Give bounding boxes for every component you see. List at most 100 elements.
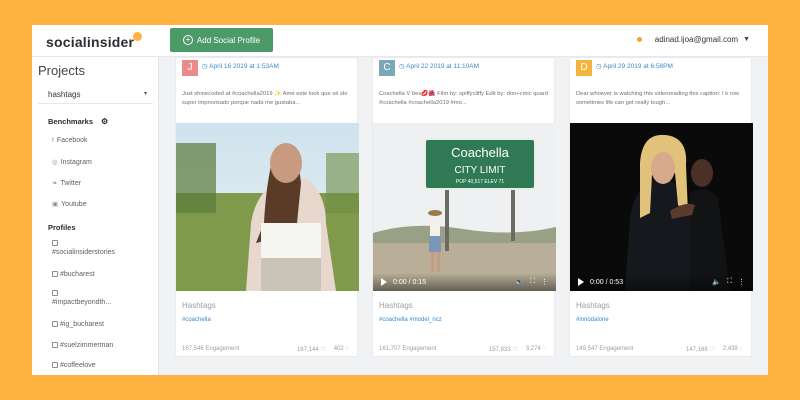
likes-stat: 167,144 ♡ — [297, 346, 326, 353]
more-options-icon[interactable]: ⋮ — [738, 278, 745, 286]
post-stats: 147,168 ♡ 2,439 ◌ — [686, 346, 743, 353]
post-tags[interactable]: #coachella — [182, 317, 211, 323]
likes-count: 147,168 — [685, 347, 708, 353]
logo[interactable]: socialinsider — [46, 32, 143, 50]
likes-count: 157,833 — [488, 347, 511, 353]
profiles-heading: Profiles — [48, 223, 76, 232]
post-caption: Just shinecoded at #coachella2019 ✨ Amé … — [182, 91, 348, 106]
comments-stat: 402 ◌ — [334, 346, 349, 353]
heart-icon: ♡ — [709, 347, 715, 353]
play-icon[interactable] — [381, 278, 387, 286]
instagram-icon — [52, 240, 58, 246]
comment-icon: ◌ — [345, 346, 349, 352]
app-window: socialinsider + Add Social Profile adina… — [32, 25, 768, 375]
post-card[interactable]: J ◷ April 16 2019 at 1:53AM Just shineco… — [175, 57, 359, 357]
post-stats: 157,833 ♡ 3,274 ◌ — [489, 346, 546, 353]
benchmarks-heading: Benchmarks ⚙ — [48, 117, 108, 126]
video-controls: 0:00 / 0:53 🔈 ⛶ ⋮ — [570, 273, 753, 291]
benchmarks-label: Benchmarks — [48, 117, 94, 126]
sidebar-profile-item[interactable]: #socialinsiderstories — [52, 239, 148, 257]
volume-icon[interactable]: 🔈 — [515, 278, 524, 286]
post-tags[interactable]: #coachella #model_ncz — [379, 317, 442, 323]
comments-count: 402 — [333, 346, 344, 352]
add-social-profile-button[interactable]: + Add Social Profile — [170, 28, 273, 52]
project-select[interactable]: hashtags ▾ — [38, 84, 153, 104]
sidebar-item-label: Twitter — [60, 179, 82, 187]
sidebar-profile-item[interactable]: #coffeelove — [52, 361, 148, 370]
portrait-video — [570, 123, 753, 291]
more-options-icon[interactable]: ⋮ — [541, 278, 548, 286]
post-stats: 167,144 ♡ 402 ◌ — [297, 346, 349, 353]
sign-text: CITY LIMIT — [455, 165, 506, 176]
sidebar-profile-item[interactable]: #ig_bucharest — [52, 320, 148, 329]
comments-count: 3,274 — [525, 346, 541, 352]
add-social-profile-label: Add Social Profile — [196, 35, 261, 45]
post-caption: Coachella V bes💋🌺 Film by: spiffycliffy … — [379, 91, 549, 106]
logo-text: socialinsider — [46, 34, 135, 50]
chevron-down-icon: ▼ — [743, 36, 750, 43]
project-select-value: hashtags — [48, 90, 81, 99]
post-date[interactable]: ◷ April 29 2019 at 6:58PM — [596, 62, 673, 70]
profile-label: #impactbeyondth... — [52, 299, 112, 306]
post-card[interactable]: D ◷ April 29 2019 at 6:58PM Dear whoever… — [569, 57, 753, 357]
posts-grid: J ◷ April 16 2019 at 1:53AM Just shineco… — [159, 57, 768, 375]
festival-photo — [176, 123, 359, 291]
likes-stat: 147,168 ♡ — [686, 346, 715, 353]
play-icon[interactable] — [578, 278, 584, 286]
comment-icon: ◌ — [542, 346, 546, 352]
avatar: D — [576, 60, 592, 76]
profile-label: #bucharest — [60, 271, 95, 278]
gear-icon[interactable]: ⚙ — [101, 117, 108, 126]
video-time: 0:00 / 0:53 — [590, 278, 624, 286]
projects-title: Projects — [38, 63, 85, 78]
post-date-text: April 16 2019 at 1:53AM — [209, 63, 279, 70]
hashtags-label: Hashtags — [379, 301, 413, 310]
plus-icon: + — [182, 35, 193, 45]
instagram-icon — [52, 321, 58, 327]
profile-label: #ig_bucharest — [60, 321, 104, 328]
youtube-icon: ▣ — [52, 201, 59, 208]
post-image[interactable] — [176, 123, 359, 291]
post-video[interactable]: 0:00 / 0:53 🔈 ⛶ ⋮ — [570, 123, 753, 291]
comments-stat: 2,439 ◌ — [723, 346, 743, 353]
sidebar-item-twitter[interactable]: ❧ Twitter — [52, 179, 82, 188]
likes-count: 167,144 — [296, 347, 319, 353]
chevron-down-icon: ▾ — [143, 91, 147, 97]
heart-icon: ♡ — [512, 347, 518, 353]
engagement-count: 167,546 Engagement — [182, 346, 240, 352]
comment-icon: ◌ — [739, 346, 743, 352]
post-date[interactable]: ◷ April 16 2019 at 1:53AM — [202, 62, 279, 70]
sidebar-profile-item[interactable]: #impactbeyondth... — [52, 289, 148, 307]
sidebar-item-facebook[interactable]: f Facebook — [52, 137, 88, 144]
post-date[interactable]: ◷ April 22 2019 at 11:10AM — [399, 62, 479, 70]
top-bar: socialinsider + Add Social Profile adina… — [32, 25, 768, 57]
video-time: 0:00 / 0:15 — [393, 278, 427, 286]
instagram-icon: ◎ — [52, 159, 58, 166]
engagement-count: 149,547 Engagement — [576, 346, 634, 352]
comments-count: 2,439 — [722, 346, 738, 352]
post-video[interactable]: Coachella CITY LIMIT POP 40,517 ELEV 71 … — [373, 123, 556, 291]
post-date-text: April 22 2019 at 11:10AM — [406, 63, 479, 70]
sidebar-item-instagram[interactable]: ◎ Instagram — [52, 158, 92, 167]
video-controls: 0:00 / 0:15 🔈 ⛶ ⋮ — [373, 273, 556, 291]
hashtags-label: Hashtags — [182, 301, 216, 310]
sidebar-profile-item[interactable]: #suelzimmerman — [52, 341, 148, 350]
instagram-icon — [52, 271, 58, 277]
sidebar-profile-item[interactable]: #bucharest — [52, 270, 148, 279]
fullscreen-icon[interactable]: ⛶ — [727, 278, 732, 286]
instagram-icon — [52, 362, 58, 368]
twitter-icon: ❧ — [52, 180, 58, 187]
profile-label: #suelzimmerman — [60, 342, 114, 349]
heart-icon: ♡ — [320, 347, 326, 353]
post-tags[interactable]: #innodalone — [576, 317, 609, 323]
post-card[interactable]: C ◷ April 22 2019 at 11:10AM Coachella V… — [372, 57, 556, 357]
fullscreen-icon[interactable]: ⛶ — [530, 278, 535, 286]
instagram-icon — [52, 290, 58, 296]
volume-icon[interactable]: 🔈 — [712, 278, 721, 286]
sidebar-item-youtube[interactable]: ▣ Youtube — [52, 200, 87, 209]
user-menu[interactable]: adinad.ijoa@gmail.com ▼ — [636, 35, 750, 44]
profile-label: #coffeelove — [60, 362, 96, 369]
avatar: J — [182, 60, 198, 76]
sidebar-item-label: Youtube — [61, 200, 87, 208]
avatar: C — [379, 60, 395, 76]
